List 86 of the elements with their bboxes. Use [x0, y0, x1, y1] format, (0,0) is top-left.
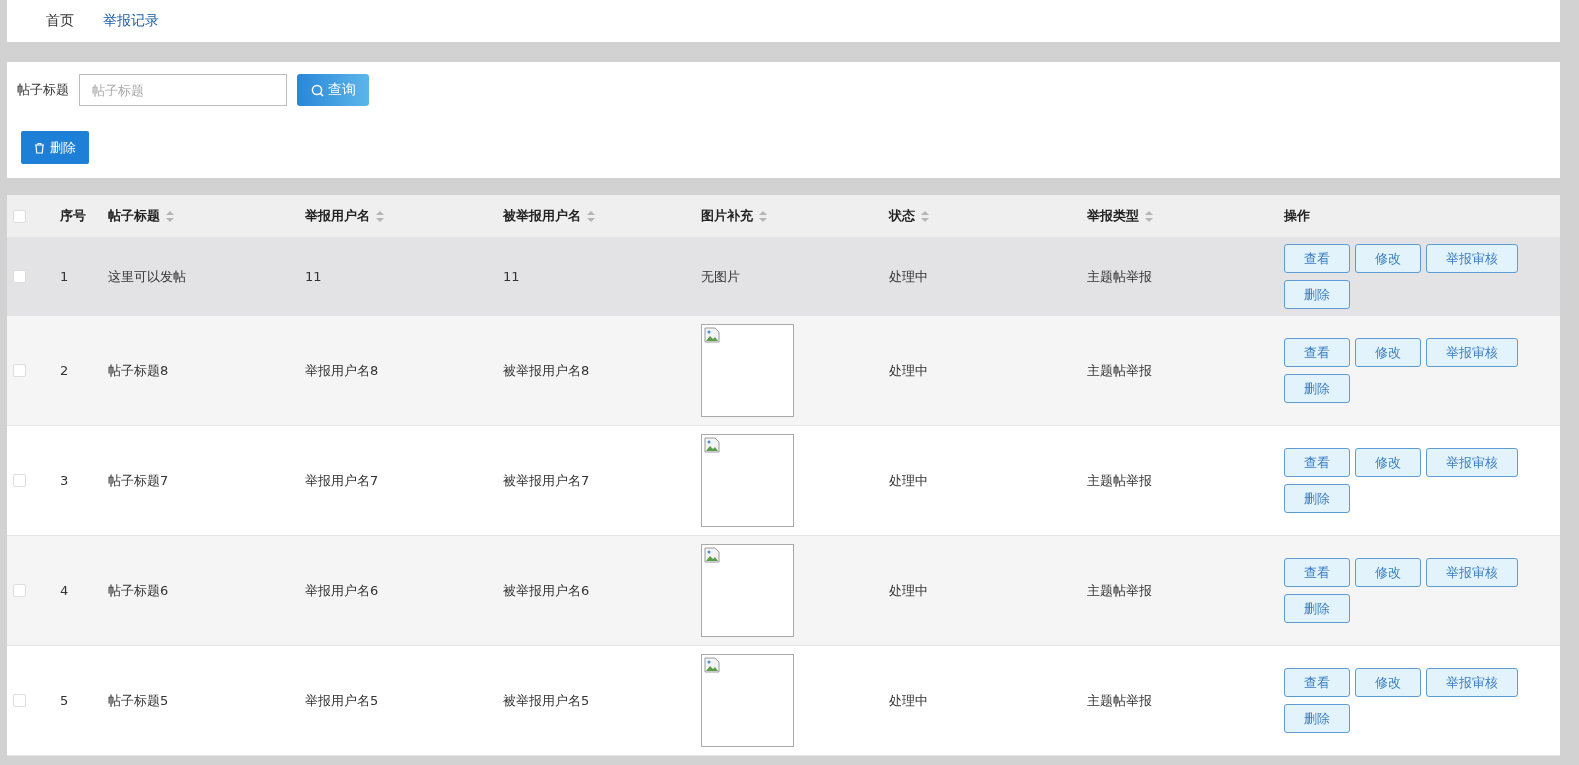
action-button[interactable]: 举报审核 [1426, 668, 1518, 697]
table-cell: 11 [503, 269, 520, 284]
checkbox[interactable] [13, 694, 26, 707]
checkbox[interactable] [13, 584, 26, 597]
sort-icon[interactable] [921, 210, 929, 222]
action-button[interactable]: 删除 [1284, 374, 1350, 403]
action-button[interactable]: 查看 [1284, 668, 1350, 697]
column-header[interactable]: 帖子标题 [108, 207, 174, 225]
checkbox[interactable] [13, 270, 26, 283]
action-button[interactable]: 举报审核 [1426, 558, 1518, 587]
table-cell: 帖子标题5 [108, 691, 169, 710]
table-cell: 这里可以发帖 [108, 267, 186, 286]
table-cell: 5 [60, 693, 69, 708]
column-header[interactable]: 举报类型 [1087, 207, 1153, 225]
table-cell: 帖子标题7 [108, 471, 169, 490]
sort-icon[interactable] [376, 210, 384, 222]
table-cell: 主题帖举报 [1087, 471, 1152, 490]
action-button[interactable]: 删除 [1284, 594, 1350, 623]
delete-button[interactable]: 删除 [21, 131, 89, 164]
table-row[interactable]: 1 这里可以发帖 11 11 无图片 处理中 主题帖举报 查看 修改 举报审核 删除 [7, 238, 1560, 316]
table-cell: 处理中 [889, 691, 928, 710]
table-cell: 3 [60, 473, 69, 488]
broken-image-icon [704, 657, 720, 673]
table-cell: 处理中 [889, 361, 928, 380]
column-header: 序号 [60, 207, 86, 225]
table-cell: 被举报用户名8 [503, 361, 590, 380]
action-button[interactable]: 修改 [1355, 668, 1421, 697]
table-cell: 处理中 [889, 267, 928, 286]
table-cell: 主题帖举报 [1087, 581, 1152, 600]
broken-image-icon [704, 547, 720, 563]
broken-image-icon [704, 437, 720, 453]
table-cell: 处理中 [889, 581, 928, 600]
action-button[interactable]: 修改 [1355, 448, 1421, 477]
action-button[interactable]: 修改 [1355, 244, 1421, 273]
checkbox[interactable] [13, 209, 26, 223]
table-cell: 11 [305, 269, 322, 284]
nav-link[interactable]: 首页 [46, 12, 74, 30]
column-header[interactable]: 举报用户名 [305, 207, 384, 225]
action-button[interactable]: 修改 [1355, 338, 1421, 367]
table-cell: 主题帖举报 [1087, 691, 1152, 710]
table-row[interactable]: 2 帖子标题8 举报用户名8 被举报用户名8 处理中 主题帖举报 查看 修改 举报审核 删除 [7, 316, 1560, 426]
table-cell: 举报用户名6 [305, 581, 379, 600]
action-button[interactable]: 删除 [1284, 280, 1350, 309]
table-cell: 1 [60, 269, 69, 284]
table-row[interactable]: 4 帖子标题6 举报用户名6 被举报用户名6 处理中 主题帖举报 查看 修改 举报审核 删除 [7, 536, 1560, 646]
table-cell: 无图片 [701, 267, 740, 286]
table-cell: 被举报用户名7 [503, 471, 590, 490]
action-button[interactable]: 删除 [1284, 704, 1350, 733]
action-button[interactable]: 举报审核 [1426, 338, 1518, 367]
action-button[interactable]: 查看 [1284, 244, 1350, 273]
action-button[interactable]: 查看 [1284, 558, 1350, 587]
table-cell: 被举报用户名6 [503, 581, 590, 600]
table-cell: 帖子标题8 [108, 361, 169, 380]
table-cell: 被举报用户名5 [503, 691, 590, 710]
broken-image-icon [704, 327, 720, 343]
table-cell: 举报用户名7 [305, 471, 379, 490]
table-cell: 主题帖举报 [1087, 361, 1152, 380]
nav-link[interactable]: 举报记录 [103, 12, 159, 30]
sort-icon[interactable] [166, 210, 174, 222]
table-cell: 处理中 [889, 471, 928, 490]
action-button[interactable]: 删除 [1284, 484, 1350, 513]
column-header: 操作 [1284, 207, 1310, 225]
action-button[interactable]: 举报审核 [1426, 244, 1518, 273]
table-cell: 4 [60, 583, 69, 598]
action-button[interactable]: 修改 [1355, 558, 1421, 587]
search-button[interactable]: 查询 [297, 74, 369, 106]
table-cell: 举报用户名5 [305, 691, 379, 710]
table-cell: 2 [60, 363, 69, 378]
column-header[interactable]: 图片补充 [701, 207, 767, 225]
checkbox[interactable] [13, 364, 26, 377]
search-icon [310, 83, 324, 97]
table-cell: 举报用户名8 [305, 361, 379, 380]
checkbox[interactable] [13, 474, 26, 487]
field-label: 帖子标题 [17, 81, 69, 99]
sort-icon[interactable] [759, 210, 767, 222]
column-header[interactable]: 被举报用户名 [503, 207, 595, 225]
action-button[interactable]: 查看 [1284, 338, 1350, 367]
column-header[interactable]: 状态 [889, 207, 929, 225]
action-button[interactable]: 举报审核 [1426, 448, 1518, 477]
table-cell: 主题帖举报 [1087, 267, 1152, 286]
search-field[interactable]: 帖子标题 [79, 74, 287, 106]
action-button[interactable]: 查看 [1284, 448, 1350, 477]
table-cell: 帖子标题6 [108, 581, 169, 600]
trash-icon [34, 141, 45, 154]
sort-icon[interactable] [587, 210, 595, 222]
sort-icon[interactable] [1145, 210, 1153, 222]
